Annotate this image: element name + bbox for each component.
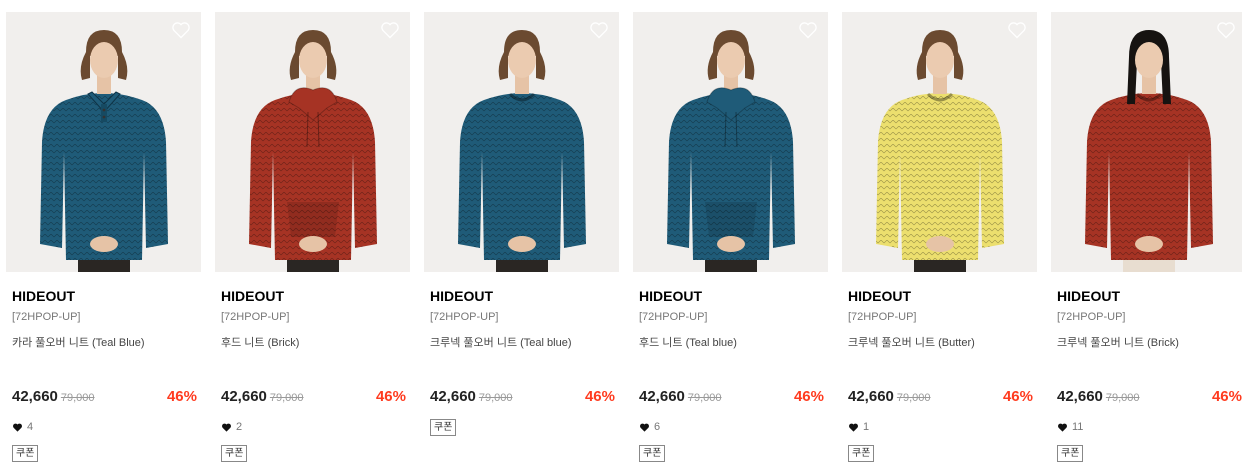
like-count: 4 [12,421,33,433]
product-image[interactable] [633,12,828,272]
like-count-value: 6 [654,421,661,433]
like-count-value: 11 [1072,421,1084,433]
product-card[interactable]: HIDEOUT [72HPOP-UP] 크루넥 풀오버 니트 (Teal blue)… [424,12,619,462]
coupon-badge: 쿠폰 [639,445,666,462]
product-tag: [72HPOP-UP] [430,311,499,323]
original-price: 79,000 [687,392,722,404]
wishlist-heart-icon[interactable] [589,20,609,40]
heart-icon [222,423,231,432]
heart-icon [1058,423,1067,432]
original-price: 79,000 [896,392,931,404]
like-count: 6 [639,421,660,433]
like-count-value: 4 [27,421,34,433]
original-price: 79,000 [269,392,304,404]
product-name[interactable]: 크루넥 풀오버 니트 (Brick) [1057,334,1179,350]
discount-rate: 46% [793,388,824,405]
product-card[interactable]: HIDEOUT [72HPOP-UP] 후드 니트 (Brick) 42,660 79,… [215,12,410,462]
discount-rate: 46% [166,388,197,405]
product-grid: HIDEOUT [72HPOP-UP] 카라 풀오버 니트 (Teal Blue) 4… [0,0,1242,462]
sale-price: 42,660 [221,388,267,405]
product-brand[interactable]: HIDEOUT [430,288,493,304]
original-price: 79,000 [1105,392,1140,404]
product-tag: [72HPOP-UP] [848,311,917,323]
product-name[interactable]: 크루넥 풀오버 니트 (Teal blue) [430,334,572,350]
product-brand[interactable]: HIDEOUT [12,288,75,304]
product-price: 42,660 79,000 [12,388,95,405]
product-tag: [72HPOP-UP] [639,311,708,323]
product-tag: [72HPOP-UP] [12,311,81,323]
sale-price: 42,660 [430,388,476,405]
like-count: 11 [1057,421,1083,433]
wishlist-heart-icon[interactable] [171,20,191,40]
discount-rate: 46% [1002,388,1033,405]
like-count: 1 [848,421,869,433]
coupon-badge: 쿠폰 [12,445,39,462]
product-card[interactable]: HIDEOUT [72HPOP-UP] 크루넥 풀오버 니트 (Butter) 42,… [842,12,1037,462]
product-price: 42,660 79,000 [848,388,931,405]
coupon-badge: 쿠폰 [221,445,248,462]
product-tag: [72HPOP-UP] [221,311,290,323]
product-image[interactable] [424,12,619,272]
product-price: 42,660 79,000 [1057,388,1140,405]
product-image[interactable] [215,12,410,272]
product-brand[interactable]: HIDEOUT [221,288,284,304]
product-image[interactable] [842,12,1037,272]
heart-icon [849,423,858,432]
product-name[interactable]: 후드 니트 (Brick) [221,334,299,350]
wishlist-heart-icon[interactable] [798,20,818,40]
product-card[interactable]: HIDEOUT [72HPOP-UP] 카라 풀오버 니트 (Teal Blue) 4… [6,12,201,462]
like-count-value: 1 [863,421,870,433]
product-brand[interactable]: HIDEOUT [1057,288,1120,304]
sale-price: 42,660 [848,388,894,405]
product-tag: [72HPOP-UP] [1057,311,1126,323]
product-name[interactable]: 후드 니트 (Teal blue) [639,334,737,350]
original-price: 79,000 [478,392,513,404]
product-image[interactable] [6,12,201,272]
original-price: 79,000 [60,392,95,404]
like-count: 2 [221,421,242,433]
like-count-value: 2 [236,421,243,433]
discount-rate: 46% [584,388,615,405]
coupon-badge: 쿠폰 [430,419,457,436]
product-price: 42,660 79,000 [639,388,722,405]
product-price: 42,660 79,000 [430,388,513,405]
discount-rate: 46% [1211,388,1242,405]
product-card[interactable]: HIDEOUT [72HPOP-UP] 크루넥 풀오버 니트 (Brick) 42,6… [1051,12,1242,462]
product-price: 42,660 79,000 [221,388,304,405]
heart-icon [13,423,22,432]
wishlist-heart-icon[interactable] [1216,20,1236,40]
product-brand[interactable]: HIDEOUT [639,288,702,304]
product-brand[interactable]: HIDEOUT [848,288,911,304]
wishlist-heart-icon[interactable] [380,20,400,40]
product-name[interactable]: 카라 풀오버 니트 (Teal Blue) [12,334,145,350]
wishlist-heart-icon[interactable] [1007,20,1027,40]
sale-price: 42,660 [639,388,685,405]
sale-price: 42,660 [1057,388,1103,405]
product-card[interactable]: HIDEOUT [72HPOP-UP] 후드 니트 (Teal blue) 42,66… [633,12,828,462]
heart-icon [640,423,649,432]
discount-rate: 46% [375,388,406,405]
coupon-badge: 쿠폰 [1057,445,1084,462]
product-name[interactable]: 크루넥 풀오버 니트 (Butter) [848,334,975,350]
coupon-badge: 쿠폰 [848,445,875,462]
product-image[interactable] [1051,12,1242,272]
sale-price: 42,660 [12,388,58,405]
